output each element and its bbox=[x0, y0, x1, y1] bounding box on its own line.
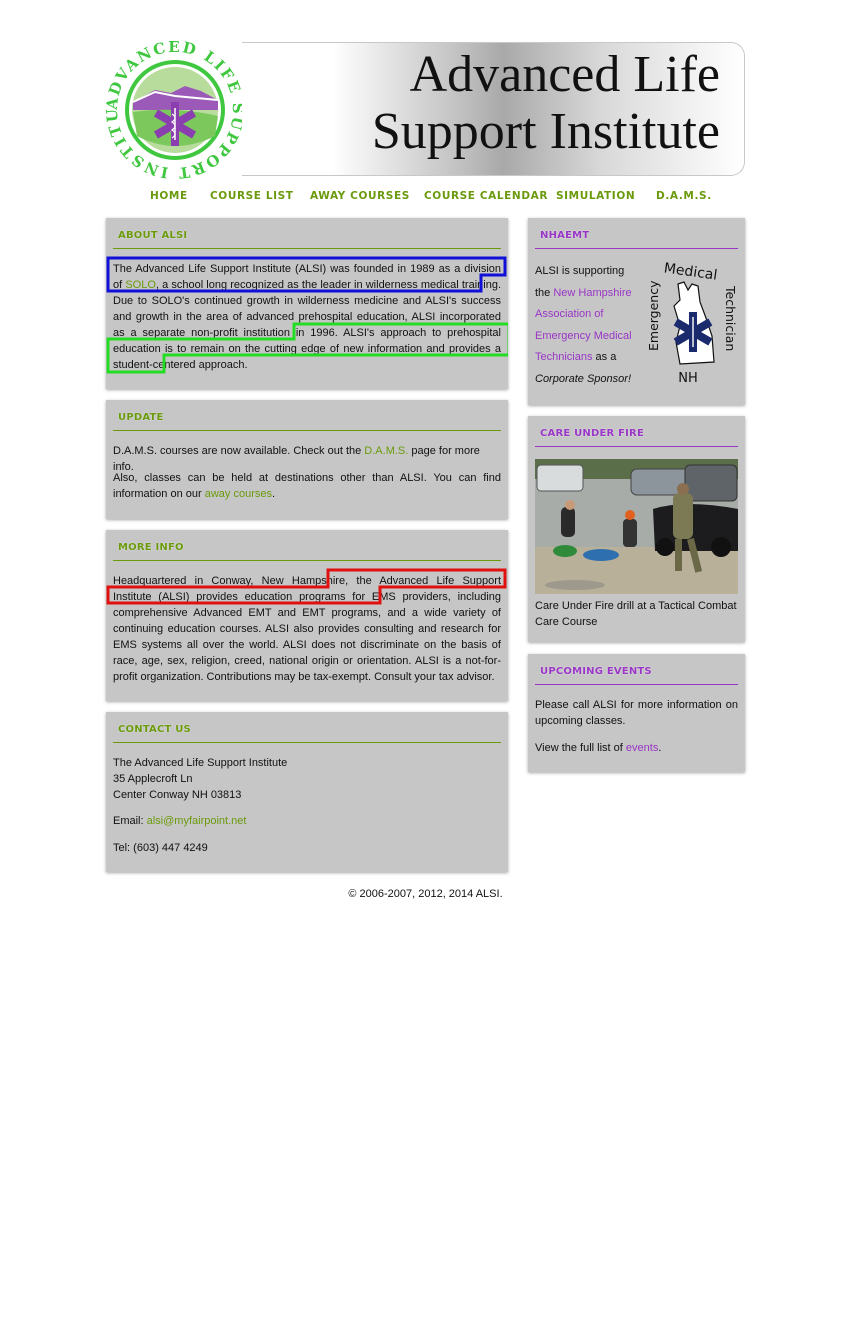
site-title-line-2: Support Institute bbox=[371, 103, 720, 160]
care-under-fire-caption: Care Under Fire drill at a Tactical Comb… bbox=[535, 600, 737, 628]
events-text-1: Please call ALSI for more information on… bbox=[535, 699, 738, 727]
main-nav: HOME COURSE LIST AWAY COURSES COURSE CAL… bbox=[0, 190, 851, 206]
update-title: UPDATE bbox=[118, 412, 164, 423]
care-under-fire-title: CARE UNDER FIRE bbox=[540, 428, 644, 439]
update-divider bbox=[113, 430, 501, 431]
contact-address: The Advanced Life Support Institute 35 A… bbox=[113, 755, 501, 803]
update-text-2: Also, classes can be held at destination… bbox=[113, 472, 501, 500]
contact-panel: CONTACT US The Advanced Life Support Ins… bbox=[106, 712, 508, 872]
nav-away-courses[interactable]: AWAY COURSES bbox=[310, 190, 410, 202]
address-line-2: 35 Applecroft Ln bbox=[113, 773, 193, 785]
address-line-3: Center Conway NH 03813 bbox=[113, 789, 242, 801]
more-info-panel: MORE INFO Headquartered in Conway, New H… bbox=[106, 530, 508, 701]
care-under-fire-photo[interactable] bbox=[535, 459, 738, 594]
logo-technician-text: Technician bbox=[723, 285, 738, 351]
nav-course-calendar[interactable]: COURSE CALENDAR bbox=[424, 190, 548, 202]
green-highlight-box bbox=[106, 322, 508, 374]
nav-dams[interactable]: D.A.M.S. bbox=[656, 190, 712, 202]
nhaemt-title: NHAEMT bbox=[540, 230, 590, 241]
events-text-2: View the full list of events. bbox=[535, 742, 662, 754]
email-link[interactable]: alsi@myfairpoint.net bbox=[147, 815, 247, 827]
events-link[interactable]: events bbox=[626, 742, 658, 754]
nhaemt-text: ALSI is supporting the New Hampshire Ass… bbox=[535, 265, 632, 385]
contact-title: CONTACT US bbox=[118, 724, 191, 735]
update-panel: UPDATE D.A.M.S. courses are now availabl… bbox=[106, 400, 508, 519]
site-title-line-1: Advanced Life bbox=[409, 46, 720, 103]
nav-simulation[interactable]: SIMULATION bbox=[556, 190, 635, 202]
nav-home[interactable]: HOME bbox=[150, 190, 188, 202]
logo-nh-text: NH bbox=[678, 371, 698, 386]
logo-medical-text: Medical bbox=[663, 260, 718, 283]
annotation-outlines bbox=[106, 256, 508, 374]
nav-course-list[interactable]: COURSE LIST bbox=[210, 190, 294, 202]
blue-highlight-box bbox=[106, 256, 507, 293]
contact-tel: Tel: (603) 447 4249 bbox=[113, 842, 208, 854]
dams-link[interactable]: D.A.M.S. bbox=[364, 445, 408, 457]
away-courses-link[interactable]: away courses bbox=[205, 488, 272, 500]
contact-divider bbox=[113, 742, 501, 743]
care-under-fire-panel: CARE UNDER FIRE Care Under Fire drill at… bbox=[528, 416, 745, 642]
nhaemt-logo[interactable]: Medical Emergency Technician NH bbox=[640, 256, 742, 386]
nhaemt-divider bbox=[535, 248, 738, 249]
logo-emergency-text: Emergency bbox=[646, 280, 661, 351]
care-under-fire-divider bbox=[535, 446, 738, 447]
address-line-1: The Advanced Life Support Institute bbox=[113, 757, 288, 769]
events-title: UPCOMING EVENTS bbox=[540, 666, 652, 677]
nhaemt-panel: NHAEMT ALSI is supporting the New Hampsh… bbox=[528, 218, 745, 405]
header-banner: Advanced Life Support Institute bbox=[242, 42, 745, 176]
alsi-logo[interactable]: ADVANCED LIFE SUPPORT INSTITUTE bbox=[98, 26, 245, 182]
events-divider bbox=[535, 684, 738, 685]
events-panel: UPCOMING EVENTS Please call ALSI for mor… bbox=[528, 654, 745, 772]
annotation-outline-red bbox=[106, 568, 507, 605]
red-highlight-box bbox=[106, 568, 507, 605]
contact-email: Email: alsi@myfairpoint.net bbox=[113, 815, 247, 827]
about-panel: ABOUT ALSI The Advanced Life Support Ins… bbox=[106, 218, 508, 389]
footer-copyright: © 2006-2007, 2012, 2014 ALSI. bbox=[348, 888, 503, 900]
